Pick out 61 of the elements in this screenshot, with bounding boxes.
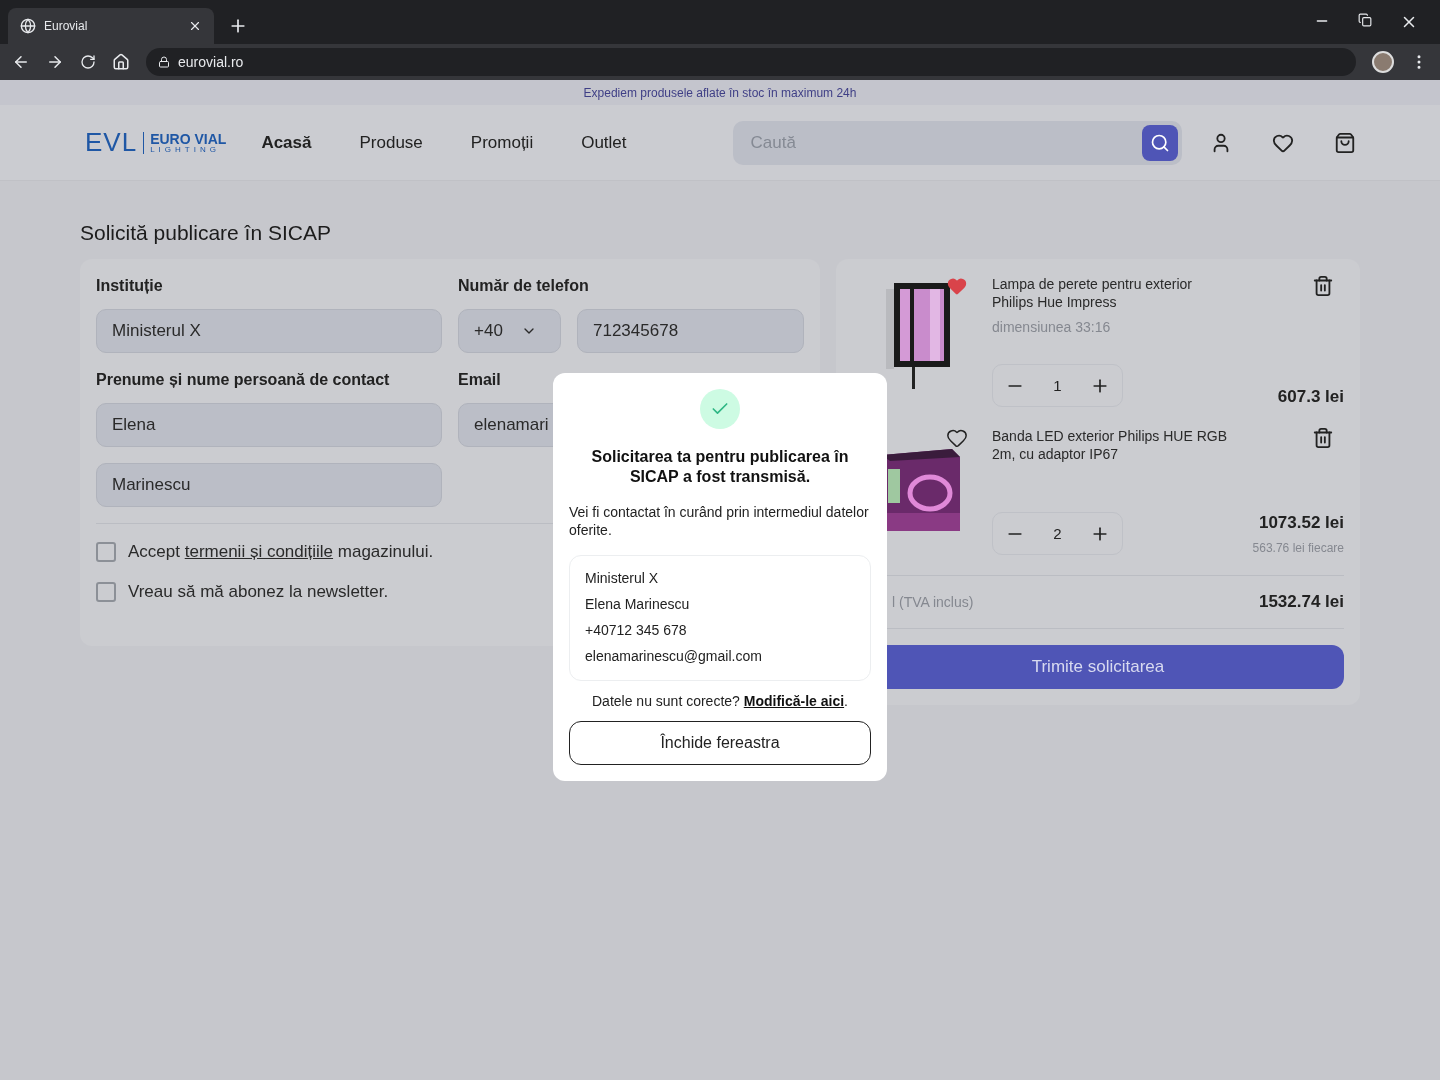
checkbox[interactable]: [96, 542, 116, 562]
logo-subtitle: LIGHTING: [150, 145, 221, 154]
logo-name: EURO VIAL: [150, 131, 227, 146]
product-variant: dimensiunea 33:16: [992, 319, 1112, 335]
reload-icon[interactable]: [80, 54, 96, 70]
shipping-notice-text: Expediem produsele aflate în stoc în maximum 24h: [583, 85, 857, 100]
total-label: l (TVA inclus): [892, 594, 974, 610]
search-button[interactable]: [1142, 124, 1178, 161]
quantity-value: 2: [1053, 525, 1062, 542]
restore-icon[interactable]: [1358, 13, 1372, 27]
trash-icon[interactable]: [1312, 427, 1334, 449]
unit-price: 563.76 lei fiecare: [1252, 541, 1344, 555]
url-text: eurovial.ro: [178, 54, 244, 70]
correction-note: Datele nu sunt corecte? Modifică-le aici.: [592, 693, 848, 709]
check-icon: [700, 389, 740, 429]
nav-link[interactable]: Promoții: [470, 132, 534, 153]
browser-tab[interactable]: Eurovial: [8, 8, 214, 44]
input-field[interactable]: Elena: [96, 403, 442, 447]
page-title: Solicită publicare în SICAP: [80, 221, 332, 245]
forward-icon[interactable]: [46, 53, 64, 71]
dialog-message: Vei fi contactat în curând prin intermediul datelor oferite.: [569, 503, 870, 539]
detail-line: Ministerul X: [585, 570, 660, 586]
input-field[interactable]: Ministerul X: [96, 309, 442, 353]
prefix-dropdown[interactable]: +40: [458, 309, 561, 353]
lock-icon: [158, 56, 170, 68]
heart-icon[interactable]: [946, 427, 968, 449]
field-label: Număr de telefon: [458, 277, 590, 295]
detail-line: elenamarinescu@gmail.com: [585, 648, 763, 664]
nav-link[interactable]: Acasă: [261, 132, 312, 153]
item-price: 607.3 lei: [1277, 387, 1344, 407]
field-label: Prenume și nume persoană de contact: [96, 371, 391, 389]
logo-mark: EVL: [85, 127, 138, 158]
field-label: Instituție: [96, 277, 164, 295]
checkbox[interactable]: [96, 582, 116, 602]
bag-icon[interactable]: [1334, 131, 1356, 154]
product-name[interactable]: Lampa de perete pentru exterior Philips Hue Impress: [992, 275, 1232, 311]
address-bar[interactable]: eurovial.ro: [146, 48, 1356, 76]
detail-line: +40712 345 678: [585, 622, 688, 638]
nav-link[interactable]: Produse: [359, 132, 423, 153]
home-icon[interactable]: [112, 53, 130, 71]
field-label: Email: [458, 371, 502, 389]
checkbox-label: Accept termenii și condițiile magazinului.: [128, 542, 434, 562]
quantity-value: 1: [1053, 377, 1062, 394]
item-price: 1073.52 lei: [1258, 513, 1344, 533]
trash-icon[interactable]: [1312, 275, 1334, 297]
avatar[interactable]: [1372, 51, 1394, 73]
back-icon[interactable]: [12, 53, 30, 71]
search-icon: [1150, 132, 1170, 153]
total-price: 1532.74 lei: [1258, 592, 1344, 612]
close-icon[interactable]: [188, 19, 202, 33]
tab-title: Eurovial: [44, 19, 89, 33]
detail-line: Elena Marinescu: [585, 596, 691, 612]
globe-icon: [20, 18, 36, 34]
input-field[interactable]: Marinescu: [96, 463, 442, 507]
nav-link[interactable]: Outlet: [581, 132, 627, 153]
input-field[interactable]: 712345678: [577, 309, 804, 353]
close-button[interactable]: Închide fereastra: [569, 721, 871, 765]
dialog-title: Solicitarea ta pentru publicarea în SICAP a fost transmisă.: [590, 447, 850, 487]
terms-link[interactable]: termenii și condițiile: [184, 542, 334, 561]
checkbox-label: Vreau să mă abonez la newsletter.: [128, 582, 389, 602]
product-name[interactable]: Banda LED exterior Philips HUE RGB 2m, cu adaptor IP67: [992, 427, 1232, 463]
